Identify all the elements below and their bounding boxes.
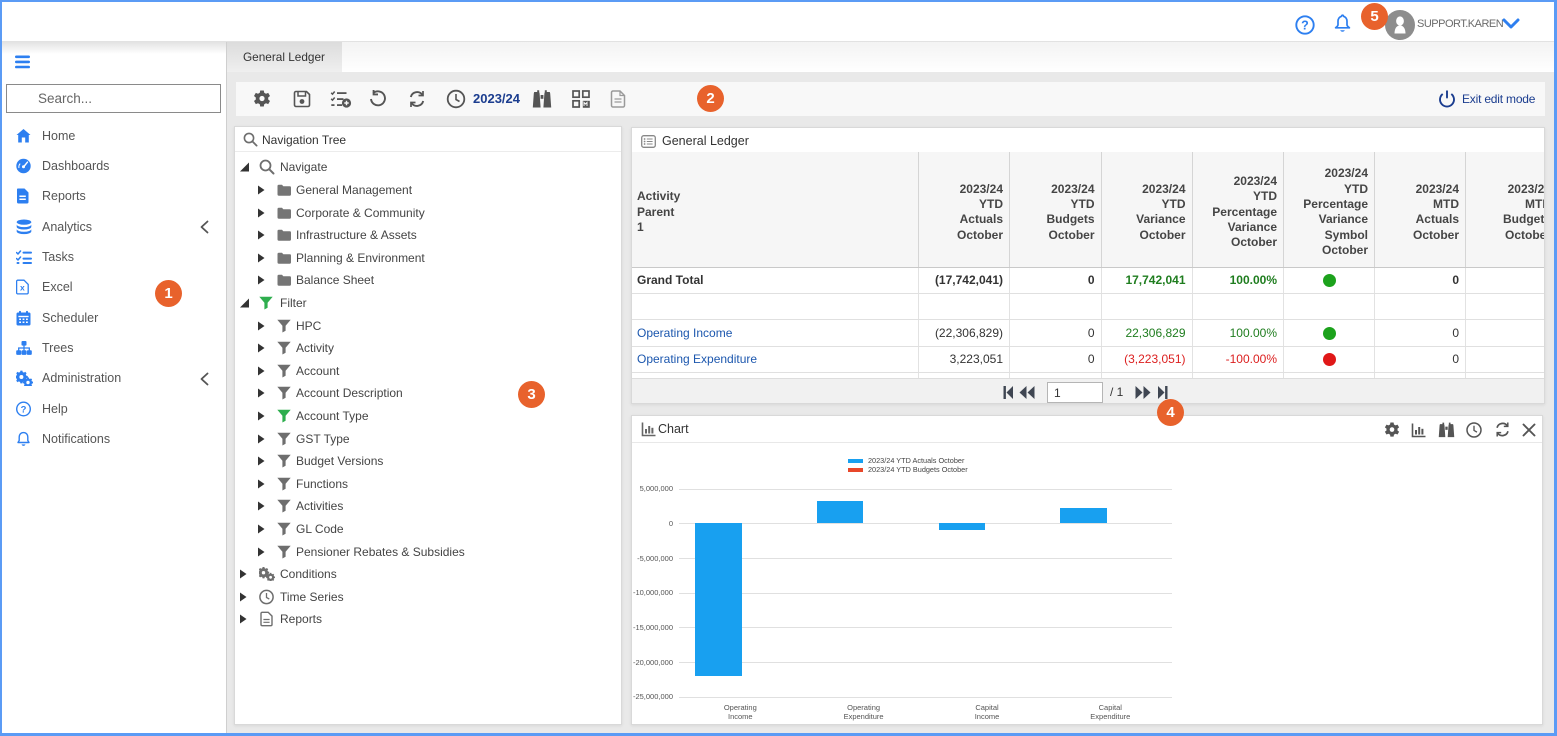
- svg-text:?: ?: [21, 404, 27, 415]
- svg-text:?: ?: [1301, 19, 1309, 33]
- svg-text:x: x: [20, 283, 25, 293]
